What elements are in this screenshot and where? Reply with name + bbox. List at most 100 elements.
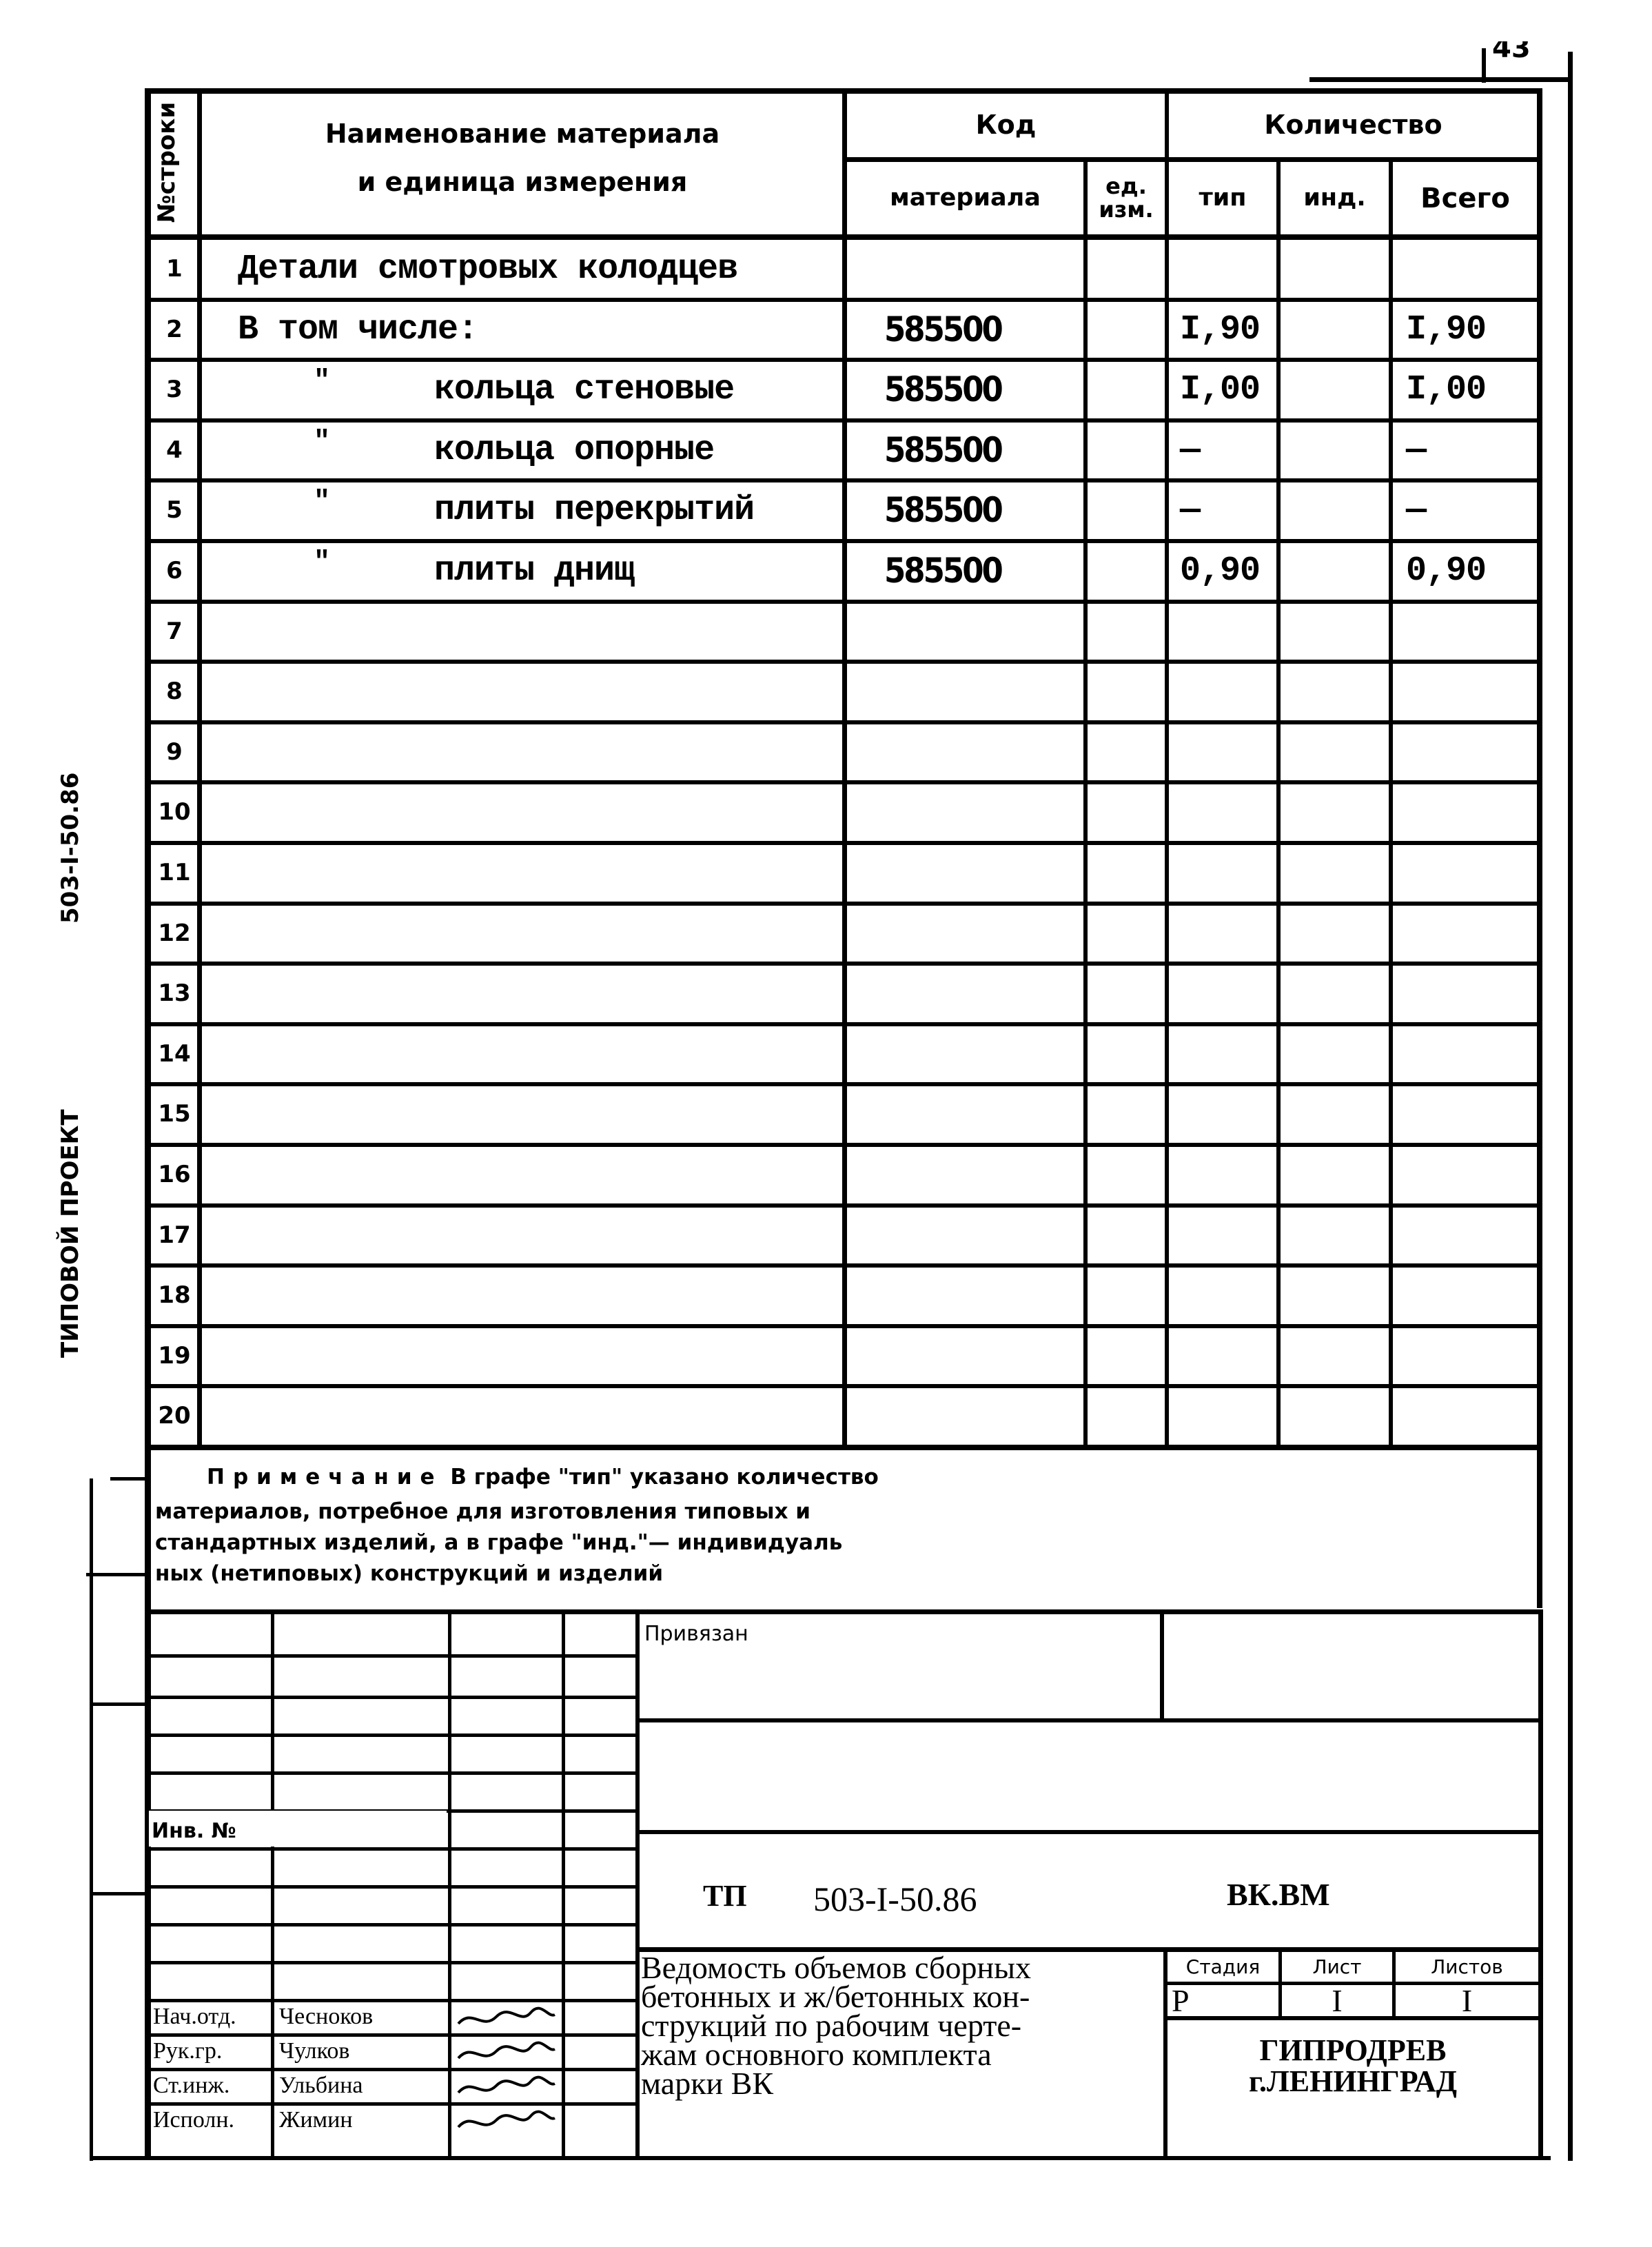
side-stamp-title: ТИПОВОЙ ПРОЕКТ [57, 1109, 84, 1358]
margin-tick-3 [90, 1702, 148, 1706]
total-qty: I,00 [1406, 369, 1487, 409]
row-number: 19 [158, 1342, 191, 1370]
individual-qty [1281, 1387, 1389, 1445]
individual-qty [1281, 1025, 1389, 1083]
individual-qty [1281, 844, 1389, 902]
row-number: 18 [158, 1281, 191, 1309]
material-name [238, 1327, 838, 1385]
row-number: 9 [166, 738, 183, 766]
material-name [238, 1146, 838, 1203]
material-code: 585500 [884, 551, 1003, 591]
typical-qty [1180, 904, 1276, 962]
row-number: 13 [158, 979, 191, 1007]
individual-qty [1281, 542, 1389, 600]
header-individual: инд. [1303, 184, 1366, 212]
signature-role: Рук.гр. [153, 2038, 223, 2064]
inv-no-label: Инв. № [152, 1818, 236, 1843]
unit-code [1088, 783, 1165, 841]
material-name [238, 602, 838, 660]
header-row-no: №строки [153, 101, 181, 223]
sheets-value: I [1461, 1982, 1473, 2018]
individual-qty [1281, 904, 1389, 962]
ditto-marker: " [314, 366, 330, 397]
unit-code [1088, 542, 1165, 600]
unit-code [1088, 301, 1165, 358]
unit-code [1088, 1387, 1165, 1445]
material-code [884, 844, 1077, 902]
organization-name: ГИПРОДРЕВ [1259, 2033, 1447, 2067]
individual-qty [1281, 1266, 1389, 1324]
note-line-1: Примечание В графе "тип" указано количес… [207, 1461, 879, 1493]
grid-h7 [146, 1885, 637, 1889]
material-name [238, 904, 838, 962]
unit-code [1088, 481, 1165, 539]
row-number: 2 [166, 316, 183, 343]
row-number: 7 [166, 618, 183, 645]
header-quantity: Количество [1264, 110, 1442, 141]
material-code [884, 1085, 1077, 1143]
signature-role: Ст.инж. [153, 2073, 230, 2098]
margin-left-line [90, 1478, 93, 2161]
note-text-1: В графе "тип" указано количество [450, 1465, 879, 1489]
ditto-marker: " [314, 427, 330, 458]
material-name [238, 844, 838, 902]
stage-label: Стадия [1185, 1955, 1261, 1978]
material-name: плиты перекрытий [434, 490, 755, 530]
total-qty: — [1406, 430, 1427, 470]
linked-label: Привязан [644, 1621, 748, 1646]
handwritten-signature-icon [455, 2004, 558, 2032]
doc-prefix: ТП [703, 1878, 747, 1913]
individual-qty [1281, 421, 1389, 479]
frame-right-edge [1568, 52, 1573, 2161]
material-name [238, 783, 838, 841]
row-number: 17 [158, 1221, 191, 1249]
unit-code [1088, 602, 1165, 660]
doc-title-line: марки ВК [641, 2065, 774, 2101]
individual-qty [1281, 1146, 1389, 1203]
sheet-label: Лист [1312, 1955, 1362, 1978]
signature-name: Ульбина [279, 2073, 363, 2098]
handwritten-signature-icon [455, 2073, 558, 2101]
total-qty [1406, 240, 1530, 298]
margin-tick-4 [90, 1892, 148, 1895]
row-number: 11 [158, 859, 191, 886]
typical-qty [1180, 783, 1276, 841]
unit-code [1088, 844, 1165, 902]
grid-h9 [146, 1961, 637, 1964]
handwritten-signature-icon [455, 2039, 558, 2066]
unit-code [1088, 1206, 1165, 1264]
material-code [884, 783, 1077, 841]
material-name [238, 1025, 838, 1083]
grid-h4 [146, 1771, 637, 1775]
stage-value: Р [1172, 1982, 1190, 2018]
individual-qty [1281, 240, 1389, 298]
material-code [884, 1146, 1077, 1203]
col-sep-ind [1389, 160, 1393, 1448]
side-stamp-number: 503-I-50.86 [57, 772, 84, 924]
row-number: 6 [166, 557, 183, 584]
grid-h3 [146, 1733, 637, 1737]
material-code [884, 1266, 1077, 1324]
typical-qty [1180, 723, 1276, 781]
individual-qty [1281, 723, 1389, 781]
row-divider [146, 1445, 1542, 1450]
material-code: 585500 [884, 430, 1003, 470]
typical-qty: 0,90 [1180, 551, 1261, 591]
row-number: 12 [158, 919, 191, 947]
material-name: плиты днищ [434, 551, 635, 591]
col-sep-rowno [197, 88, 202, 1448]
individual-qty [1281, 1206, 1389, 1264]
unit-code [1088, 360, 1165, 418]
row-number: 1 [166, 255, 183, 283]
ditto-marker: " [314, 487, 330, 518]
material-code [884, 1206, 1077, 1264]
typical-qty [1180, 662, 1276, 720]
table-right-border [1537, 88, 1542, 1608]
unit-code [1088, 1266, 1165, 1324]
signature-name: Чесноков [279, 2004, 374, 2029]
unit-code [1088, 1085, 1165, 1143]
total-qty: — [1406, 490, 1427, 530]
title-block-top [146, 1609, 1542, 1614]
margin-tick-1 [110, 1477, 148, 1481]
material-name: В том числе: [238, 309, 478, 349]
